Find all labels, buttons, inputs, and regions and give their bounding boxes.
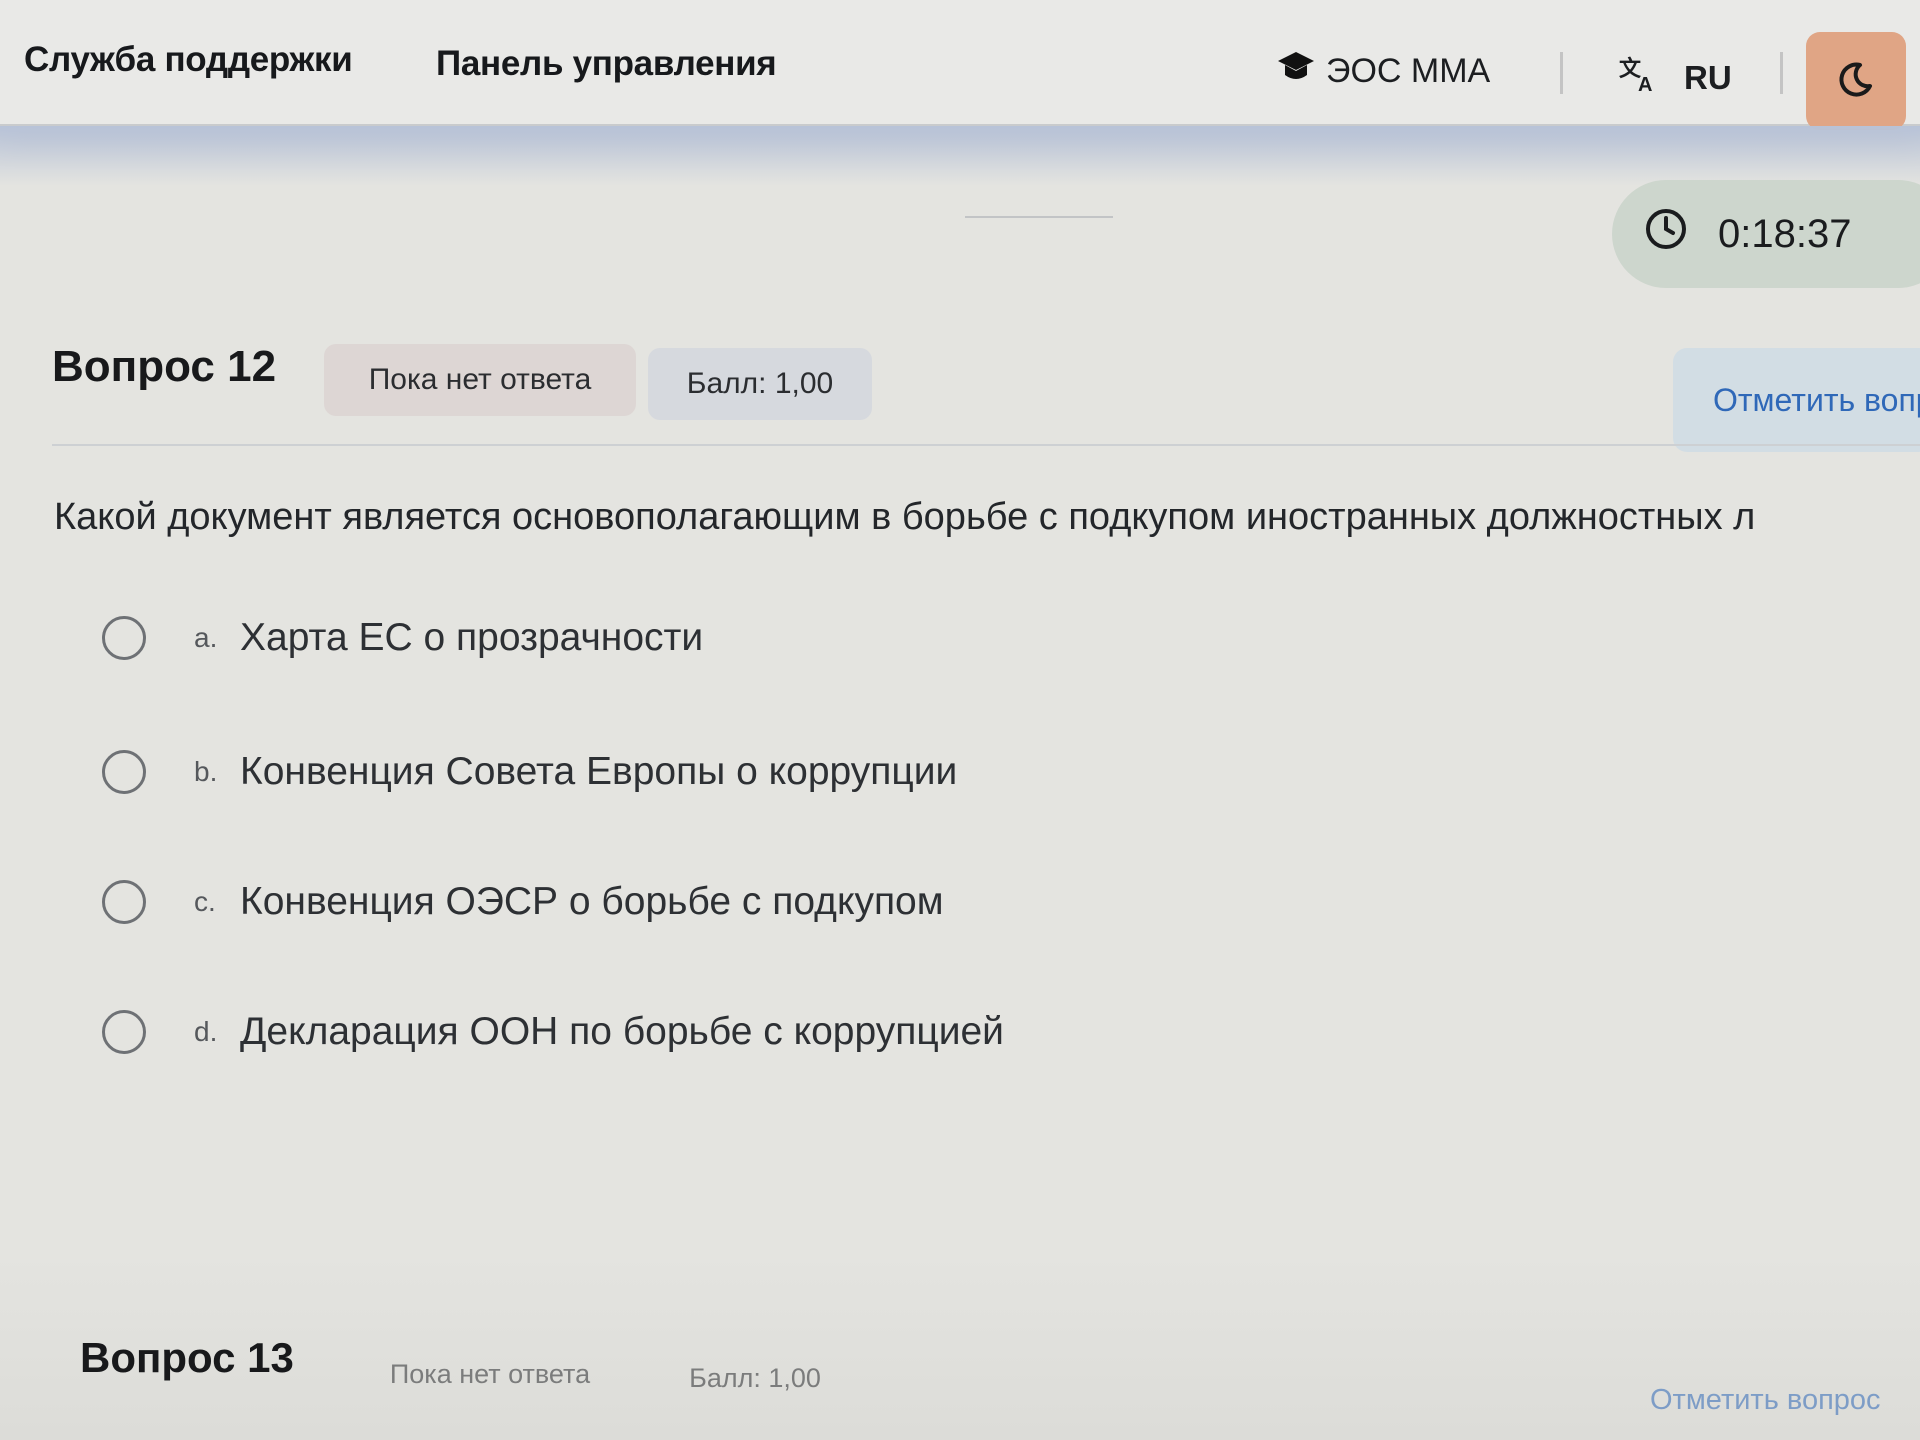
moon-icon <box>1836 59 1876 104</box>
quiz-timer: 0:18:37 <box>1612 180 1920 288</box>
decorative-line <box>965 216 1113 218</box>
option-text: Харта ЕС о прозрачности <box>240 616 704 659</box>
answer-option-b[interactable]: b. Конвенция Совета Европы о коррупции <box>102 750 957 794</box>
header-shadow <box>0 126 1920 186</box>
question-12-text: Какой документ является основополагающим… <box>54 496 1756 538</box>
timer-value: 0:18:37 <box>1718 211 1852 256</box>
translate-icon: 文 A <box>1618 54 1658 102</box>
clock-icon <box>1644 207 1688 261</box>
question-separator <box>52 444 1920 446</box>
question-12-title: Вопрос 12 <box>52 342 277 391</box>
answer-option-c[interactable]: c. Конвенция ОЭСР о борьбе с подкупом <box>102 880 944 924</box>
brand-link[interactable]: ЭОС ММА <box>1276 50 1490 93</box>
graduation-cap-icon <box>1276 50 1316 93</box>
theme-toggle-button[interactable] <box>1806 32 1906 130</box>
question-13-score-badge: Балл: 1,00 <box>689 1362 821 1393</box>
option-text: Конвенция ОЭСР о борьбе с подкупом <box>240 880 944 923</box>
svg-text:A: A <box>1638 74 1652 94</box>
option-text: Декларация ООН по борьбе с коррупцией <box>240 1010 1004 1053</box>
nav-divider <box>1780 52 1783 94</box>
option-letter: c. <box>194 886 216 917</box>
top-navbar: Служба поддержки Панель управления ЭОС М… <box>0 0 1920 130</box>
radio-icon[interactable] <box>102 1010 146 1054</box>
option-letter: b. <box>194 756 218 787</box>
question-13-status-badge: Пока нет ответа <box>389 1358 591 1389</box>
answer-option-d[interactable]: d. Декларация ООН по борьбе с коррупцией <box>102 1010 1004 1054</box>
nav-divider <box>1560 52 1563 94</box>
radio-icon[interactable] <box>102 750 146 794</box>
question-12-score-badge: Балл: 1,00 <box>648 348 872 420</box>
radio-icon[interactable] <box>102 616 146 660</box>
brand-label: ЭОС ММА <box>1326 52 1491 90</box>
answer-option-a[interactable]: a. Харта ЕС о прозрачности <box>102 616 703 660</box>
question-13-title: Вопрос 13 <box>80 1334 294 1381</box>
option-text: Конвенция Совета Европы о коррупции <box>240 750 958 793</box>
option-letter: a. <box>194 622 218 653</box>
question-12-status-badge: Пока нет ответа <box>324 344 636 416</box>
option-letter: d. <box>194 1016 218 1047</box>
nav-support-link[interactable]: Служба поддержки <box>24 40 353 80</box>
radio-icon[interactable] <box>102 880 146 924</box>
language-switcher[interactable]: 文 A RU <box>1618 54 1732 102</box>
flag-question-13-button[interactable]: Отметить вопрос <box>1650 1364 1910 1436</box>
flag-question-12-button[interactable]: Отметить вопрос <box>1673 348 1920 452</box>
nav-dashboard-link[interactable]: Панель управления <box>436 44 777 84</box>
language-label: RU <box>1684 59 1732 96</box>
